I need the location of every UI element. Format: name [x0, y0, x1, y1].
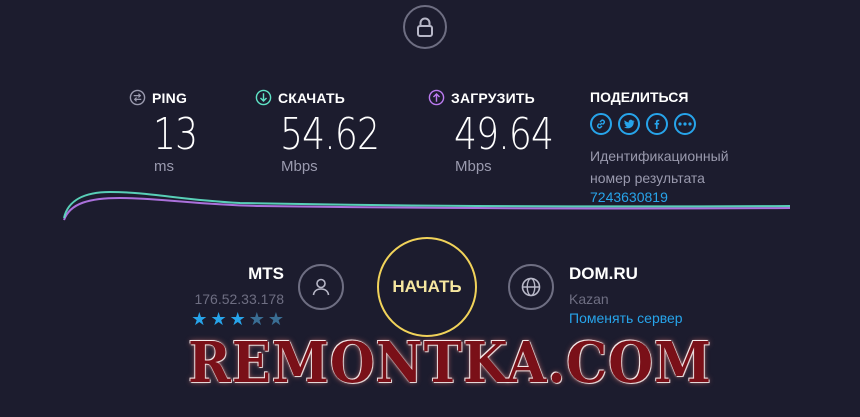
ping-unit: ms	[154, 158, 174, 175]
watermark-logo: REMONTKA.COM	[188, 330, 712, 396]
start-test-label: НАЧАТЬ	[392, 277, 462, 296]
globe-icon[interactable]	[508, 264, 554, 310]
facebook-icon[interactable]	[646, 113, 668, 135]
twitter-icon[interactable]	[618, 113, 640, 135]
ping-label: PING	[152, 89, 188, 106]
share-title: ПОДЕЛИТЬСЯ	[590, 89, 689, 105]
upload-label: ЗАГРУЗИТЬ	[451, 89, 535, 106]
start-test-button[interactable]: НАЧАТЬ	[377, 237, 477, 337]
download-icon	[255, 89, 272, 106]
download-unit: Mbps	[281, 158, 318, 175]
download-graph-line	[63, 190, 791, 219]
lock-icon	[417, 17, 433, 37]
isp-name: MTS	[248, 264, 284, 283]
server-info: DOM.RU Kazan Поменять сервер	[569, 264, 683, 326]
download-label: СКАЧАТЬ	[278, 89, 345, 106]
rating-star-3[interactable]: ★	[230, 311, 246, 329]
isp-rating[interactable]: ★ ★ ★ ★ ★	[150, 311, 284, 329]
rating-star-5[interactable]: ★	[268, 311, 284, 329]
download-value: 54.62	[280, 109, 380, 160]
download-metric: СКАЧАТЬ 54.62 Mbps	[255, 89, 401, 175]
result-label-line1: Идентификационный	[590, 148, 729, 164]
change-server-link[interactable]: Поменять сервер	[569, 310, 683, 326]
upload-metric: ЗАГРУЗИТЬ 49.64 Mbps	[428, 89, 575, 175]
rating-star-1[interactable]: ★	[191, 311, 207, 329]
lock-button[interactable]	[403, 5, 447, 49]
user-icon[interactable]	[298, 264, 344, 310]
more-icon[interactable]	[674, 113, 696, 135]
rating-star-2[interactable]: ★	[210, 311, 226, 329]
ping-icon	[129, 89, 146, 106]
isp-ip: 176.52.33.178	[194, 291, 284, 307]
share-icons	[590, 113, 729, 135]
server-name: DOM.RU	[569, 264, 638, 283]
upload-unit: Mbps	[455, 158, 492, 175]
ping-value: 13	[153, 109, 198, 160]
link-icon[interactable]	[590, 113, 612, 135]
rating-star-4[interactable]: ★	[249, 311, 265, 329]
server-city: Kazan	[569, 291, 609, 307]
isp-info: MTS 176.52.33.178 ★ ★ ★ ★ ★	[150, 264, 284, 329]
speed-graph	[63, 190, 791, 221]
ping-metric: PING 13 ms	[129, 89, 207, 175]
upload-graph-line	[63, 196, 791, 221]
upload-value: 49.64	[454, 109, 554, 160]
upload-icon	[428, 89, 445, 106]
